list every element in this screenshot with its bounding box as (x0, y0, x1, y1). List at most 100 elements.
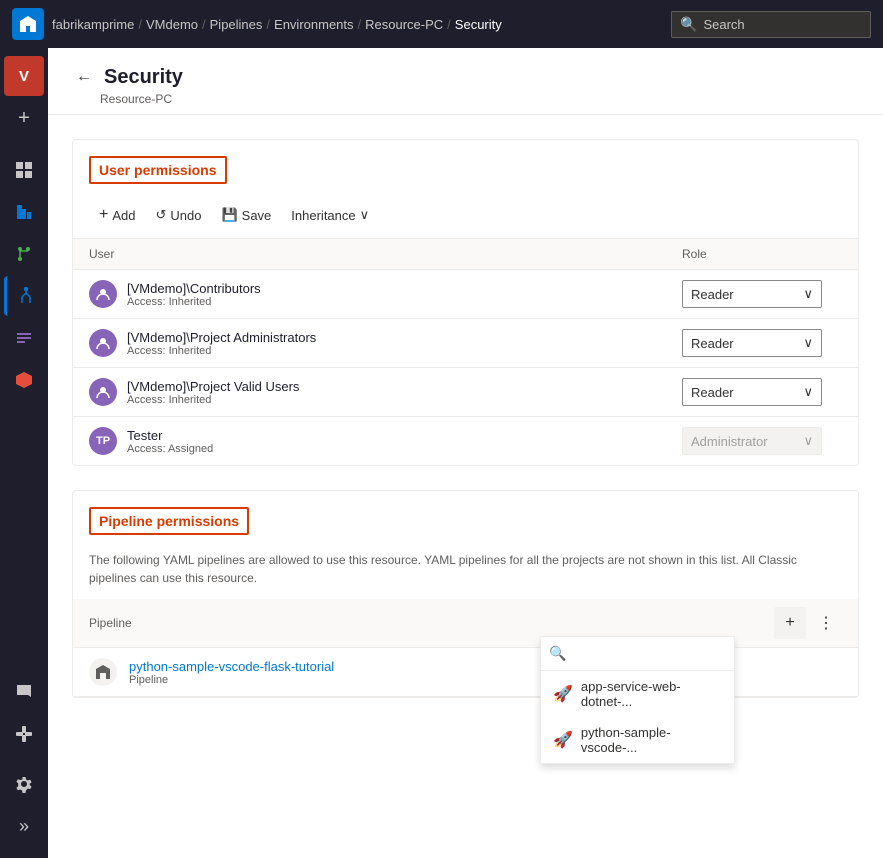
table-row: [VMdemo]\Project Valid Users Access: Inh… (73, 368, 858, 417)
sidebar-item-boards[interactable] (4, 192, 44, 232)
search-input[interactable] (703, 17, 862, 32)
breadcrumb-sep-2: / (266, 17, 270, 32)
breadcrumb-sep-1: / (202, 17, 206, 32)
sidebar-item-artifacts[interactable] (4, 360, 44, 400)
role-cell: Reader ∨ (682, 280, 842, 308)
user-info: [VMdemo]\Contributors Access: Inherited (127, 281, 261, 308)
breadcrumb-resource-pc[interactable]: Resource-PC (365, 17, 443, 32)
user-info: [VMdemo]\Project Administrators Access: … (127, 330, 316, 357)
user-table-header: User Role (73, 239, 858, 270)
sidebar-item-pipelines[interactable] (4, 276, 44, 316)
sidebar-item-settings[interactable] (4, 764, 44, 804)
user-permissions-card: User permissions + Add ↺ Undo 💾 Save (72, 139, 859, 466)
chevron-down-icon: ∨ (360, 207, 370, 223)
inheritance-button[interactable]: Inheritance ∨ (281, 201, 379, 229)
main-content: ← Security Resource-PC User permissions … (48, 48, 883, 858)
page-subtitle: Resource-PC (72, 92, 859, 106)
undo-icon: ↺ (155, 207, 166, 223)
sidebar-item-repos[interactable] (4, 234, 44, 274)
pipeline-permissions-title: Pipeline permissions (89, 507, 249, 535)
pipeline-info: python-sample-vscode-flask-tutorial Pipe… (129, 659, 334, 686)
chevron-down-icon: ∨ (803, 384, 813, 400)
user-access: Access: Inherited (127, 345, 316, 357)
breadcrumb-security: Security (455, 17, 502, 32)
sidebar-item-expand[interactable]: » (4, 806, 44, 846)
user-cell: [VMdemo]\Project Administrators Access: … (89, 329, 682, 357)
user-info: [VMdemo]\Project Valid Users Access: Inh… (127, 379, 299, 406)
pipeline-col-label: Pipeline (89, 616, 132, 630)
add-button[interactable]: + Add (89, 200, 145, 230)
search-box[interactable]: 🔍 (671, 11, 871, 38)
avatar (89, 280, 117, 308)
dropdown-item-1[interactable]: 🚀 python-sample-vscode-... (541, 717, 734, 763)
save-icon: 💾 (221, 207, 237, 223)
role-dropdown[interactable]: Reader ∨ (682, 329, 822, 357)
user-cell: [VMdemo]\Project Valid Users Access: Inh… (89, 378, 682, 406)
pipeline-link[interactable]: python-sample-vscode-flask-tutorial (129, 659, 334, 674)
avatar: TP (89, 427, 117, 455)
role-cell: Reader ∨ (682, 378, 842, 406)
user-access: Access: Inherited (127, 296, 261, 308)
pipeline-table-header: Pipeline + ⋮ (73, 599, 858, 648)
page-title: Security (104, 66, 183, 89)
breadcrumb: fabrikamprime / VMdemo / Pipelines / Env… (52, 17, 671, 32)
user-permissions-toolbar: + Add ↺ Undo 💾 Save Inheritance ∨ (73, 192, 858, 239)
back-button[interactable]: ← (72, 64, 96, 90)
pipeline-item-icon: 🚀 (553, 684, 573, 704)
pipeline-more-button[interactable]: ⋮ (810, 607, 842, 639)
pipeline-description: The following YAML pipelines are allowed… (73, 543, 858, 599)
dropdown-item-label: python-sample-vscode-... (581, 725, 722, 755)
breadcrumb-fabrikamprime[interactable]: fabrikamprime (52, 17, 134, 32)
save-button[interactable]: 💾 Save (211, 201, 281, 229)
user-permissions-title: User permissions (89, 156, 227, 184)
dropdown-search-input[interactable] (572, 646, 726, 661)
role-dropdown[interactable]: Reader ∨ (682, 378, 822, 406)
dropdown-item-0[interactable]: 🚀 app-service-web-dotnet-... (541, 671, 734, 717)
chevron-down-icon: ∨ (803, 335, 813, 351)
top-navigation: fabrikamprime / VMdemo / Pipelines / Env… (0, 0, 883, 48)
user-name: [VMdemo]\Project Administrators (127, 330, 316, 345)
role-value: Reader (691, 287, 734, 302)
search-icon: 🔍 (680, 16, 697, 33)
role-dropdown[interactable]: Reader ∨ (682, 280, 822, 308)
breadcrumb-sep-4: / (447, 17, 451, 32)
user-name: [VMdemo]\Contributors (127, 281, 261, 296)
sidebar-item-add[interactable]: + (4, 98, 44, 138)
role-dropdown-disabled: Administrator ∨ (682, 427, 822, 455)
role-value: Administrator (691, 434, 768, 449)
breadcrumb-pipelines[interactable]: Pipelines (210, 17, 263, 32)
role-cell: Reader ∨ (682, 329, 842, 357)
dropdown-item-label: app-service-web-dotnet-... (581, 679, 722, 709)
table-row: TP Tester Access: Assigned Administrator… (73, 417, 858, 465)
sidebar: V + » (0, 48, 48, 858)
chevron-down-icon: ∨ (803, 286, 813, 302)
breadcrumb-environments[interactable]: Environments (274, 17, 353, 32)
user-access: Access: Inherited (127, 394, 299, 406)
breadcrumb-vmdemo[interactable]: VMdemo (146, 17, 198, 32)
inheritance-label: Inheritance (291, 208, 355, 223)
sidebar-item-overview[interactable] (4, 150, 44, 190)
breadcrumb-sep-0: / (138, 17, 142, 32)
add-pipeline-button[interactable]: + (774, 607, 806, 639)
role-value: Reader (691, 385, 734, 400)
sidebar-item-test-plans[interactable] (4, 318, 44, 358)
user-info: Tester Access: Assigned (127, 428, 213, 455)
user-name: [VMdemo]\Project Valid Users (127, 379, 299, 394)
undo-label: Undo (170, 208, 201, 223)
user-access: Access: Assigned (127, 443, 213, 455)
sidebar-item-chat[interactable] (4, 672, 44, 712)
user-cell: TP Tester Access: Assigned (89, 427, 682, 455)
user-name: Tester (127, 428, 213, 443)
sidebar-item-home[interactable]: V (4, 56, 44, 96)
app-logo[interactable] (12, 8, 44, 40)
col-role-label: Role (682, 247, 842, 261)
user-cell: [VMdemo]\Contributors Access: Inherited (89, 280, 682, 308)
role-value: Reader (691, 336, 734, 351)
undo-button[interactable]: ↺ Undo (145, 201, 211, 229)
chevron-down-icon: ∨ (803, 433, 813, 449)
sidebar-item-extensions[interactable] (4, 714, 44, 754)
pipeline-type: Pipeline (129, 674, 334, 686)
pipeline-permissions-card: Pipeline permissions The following YAML … (72, 490, 859, 698)
role-cell: Administrator ∨ (682, 427, 842, 455)
search-icon: 🔍 (549, 645, 566, 662)
